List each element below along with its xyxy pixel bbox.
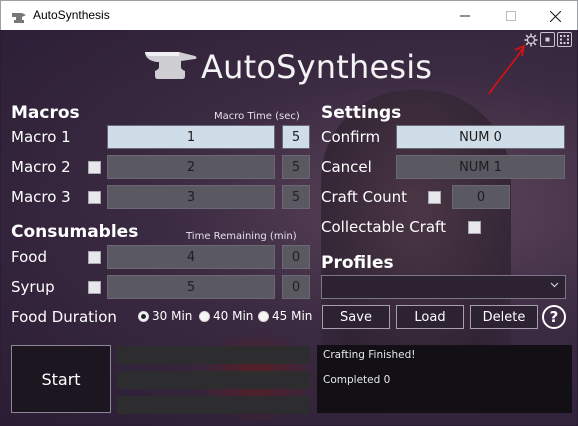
minimize-to-tray-icon[interactable] — [540, 32, 555, 47]
progress-bar — [117, 371, 310, 389]
anvil-icon — [145, 52, 197, 79]
confirm-key-input[interactable]: NUM 0 — [396, 125, 565, 149]
macro-3-label: Macro 3 — [11, 188, 71, 206]
status-line: Crafting Finished! — [323, 349, 416, 361]
collectable-craft-label: Collectable Craft — [321, 218, 446, 236]
food-input[interactable]: 4 — [107, 245, 275, 269]
progress-bar — [117, 346, 310, 364]
radio-empty-icon — [199, 310, 210, 322]
settings-heading: Settings — [321, 103, 402, 123]
duration-30-radio[interactable]: 30 Min — [138, 309, 192, 323]
time-remaining-header: Time Remaining (min) — [186, 231, 297, 242]
food-checkbox[interactable] — [88, 251, 101, 264]
delete-profile-button[interactable]: Delete — [470, 305, 538, 329]
food-remaining-value: 0 — [282, 245, 310, 269]
macro-2-label: Macro 2 — [11, 158, 71, 176]
title-bar: AutoSynthesis — [0, 0, 578, 30]
chevron-down-icon — [550, 282, 559, 288]
macro-1-time-input[interactable]: 5 — [282, 125, 310, 149]
minimize-button[interactable] — [442, 1, 488, 31]
macro-time-header: Macro Time (sec) — [214, 111, 300, 122]
duration-40-label: 40 Min — [213, 309, 254, 323]
macro-3-checkbox[interactable] — [88, 191, 101, 204]
progress-bar — [117, 396, 310, 414]
cancel-key-input[interactable]: NUM 1 — [396, 155, 565, 179]
duration-45-radio[interactable]: 45 Min — [258, 309, 312, 323]
load-profile-button[interactable]: Load — [396, 305, 464, 329]
craft-count-checkbox[interactable] — [428, 191, 441, 204]
macro-1-label: Macro 1 — [11, 128, 71, 146]
profile-select[interactable] — [321, 275, 566, 299]
macro-2-time-input[interactable]: 5 — [282, 155, 310, 179]
maximize-button[interactable] — [488, 1, 534, 31]
macro-2-input[interactable]: 2 — [107, 155, 275, 179]
duration-45-label: 45 Min — [272, 309, 313, 323]
save-profile-button[interactable]: Save — [322, 305, 390, 329]
confirm-label: Confirm — [321, 128, 381, 146]
syrup-checkbox[interactable] — [88, 281, 101, 294]
top-icon-group — [523, 32, 572, 47]
syrup-remaining-value: 0 — [282, 275, 310, 299]
start-button[interactable]: Start — [11, 345, 111, 413]
macro-1-input[interactable]: 1 — [107, 125, 275, 149]
consumables-heading: Consumables — [11, 222, 139, 242]
help-icon[interactable]: ? — [542, 305, 566, 329]
window-title: AutoSynthesis — [33, 8, 110, 22]
radio-selected-icon — [138, 310, 149, 322]
logo: AutoSynthesis — [143, 48, 432, 86]
anvil-app-icon — [11, 9, 27, 28]
annotation-arrow-icon — [488, 44, 526, 95]
craft-count-input[interactable]: 0 — [452, 185, 510, 209]
macro-3-input[interactable]: 3 — [107, 185, 275, 209]
syrup-label: Syrup — [11, 278, 55, 296]
food-label: Food — [11, 248, 47, 266]
macro-3-time-input[interactable]: 5 — [282, 185, 310, 209]
radio-empty-icon — [258, 310, 269, 322]
logo-text: AutoSynthesis — [201, 48, 433, 86]
status-log: Crafting Finished! Completed 0 — [317, 345, 572, 413]
macro-2-checkbox[interactable] — [88, 161, 101, 174]
craft-count-label: Craft Count — [321, 188, 408, 206]
cancel-label: Cancel — [321, 158, 372, 176]
app-client-area: AutoSynthesis Macros Macro Time (sec) Ma… — [1, 30, 577, 425]
syrup-input[interactable]: 5 — [107, 275, 275, 299]
status-line: Completed 0 — [323, 374, 391, 386]
grid-icon[interactable] — [557, 32, 572, 47]
duration-30-label: 30 Min — [152, 309, 193, 323]
macros-heading: Macros — [11, 103, 80, 123]
close-button[interactable] — [532, 1, 578, 31]
collectable-craft-checkbox[interactable] — [468, 221, 481, 234]
duration-40-radio[interactable]: 40 Min — [199, 309, 253, 323]
food-duration-label: Food Duration — [11, 308, 117, 326]
profiles-heading: Profiles — [321, 253, 394, 273]
